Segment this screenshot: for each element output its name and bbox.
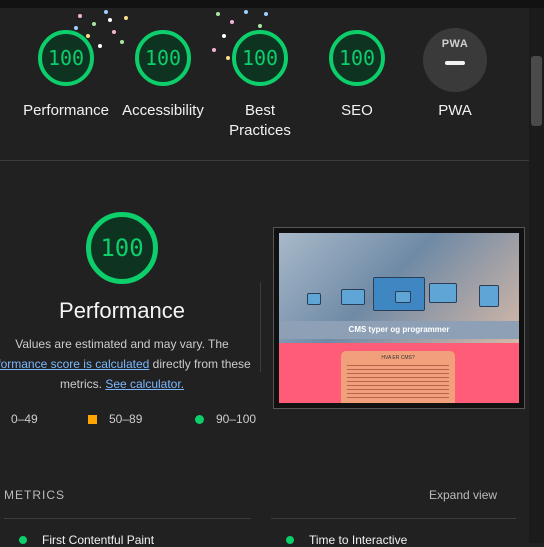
best-practices-score-gauge[interactable]: 100 [232, 30, 288, 86]
best-practices-label-line2: Practices [229, 122, 291, 139]
device-icon [395, 291, 411, 303]
score-calculated-link[interactable]: rformance score is calculated [0, 357, 149, 371]
desc-line-3: metrics. See calculator. [0, 374, 262, 394]
device-icon [307, 293, 321, 305]
pwa-dash-icon [445, 61, 465, 65]
metrics-title: METRICS [4, 488, 65, 502]
metrics-divider-left [4, 518, 251, 519]
text-line [347, 369, 449, 370]
performance-title: Performance [59, 298, 185, 323]
screenshot-card: HVA ER CMS? [341, 351, 455, 403]
section-divider [0, 160, 529, 161]
pwa-badge-text: PWA [441, 38, 469, 50]
text-line [347, 393, 449, 394]
expand-view-button[interactable]: Expand view [429, 488, 497, 502]
performance-score-gauge[interactable]: 100 [38, 30, 94, 86]
text-line [347, 365, 449, 366]
legend-average-range: 50–89 [109, 412, 143, 426]
desc-line-3-pre: metrics. [59, 377, 106, 391]
text-line [347, 377, 449, 378]
text-line [347, 385, 449, 386]
legend-pass: 90–100 [195, 412, 256, 426]
scroll-thumb[interactable] [531, 56, 542, 126]
legend-fail: 0–49 [11, 412, 38, 426]
device-icon [429, 283, 457, 303]
metric-time-to-interactive: Time to Interactive [309, 533, 408, 547]
square-icon [88, 415, 97, 425]
pwa-label: PWA [438, 102, 472, 119]
screenshot-card-title: HVA ER CMS? [381, 355, 415, 361]
device-icon [341, 289, 365, 305]
pwa-badge[interactable]: PWA [423, 28, 487, 92]
performance-big-gauge: 100 [86, 212, 158, 284]
performance-description: Values are estimated and may vary. The r… [0, 334, 262, 394]
metrics-divider-right [271, 518, 516, 519]
text-line [347, 397, 449, 398]
device-icon [479, 285, 499, 307]
scrollbar[interactable] [529, 8, 544, 543]
seo-score-gauge[interactable]: 100 [329, 30, 385, 86]
see-calculator-link[interactable]: See calculator. [105, 377, 184, 391]
accessibility-score-gauge[interactable]: 100 [135, 30, 191, 86]
screenshot-heading: CMS typer og programmer [348, 325, 450, 334]
desc-line-2: rformance score is calculated directly f… [0, 354, 262, 374]
text-line [347, 389, 449, 390]
final-screenshot[interactable]: CMS typer og programmer HVA ER CMS? [273, 227, 525, 409]
legend-pass-range: 90–100 [216, 412, 257, 426]
text-line [347, 381, 449, 382]
vertical-divider [260, 282, 261, 372]
legend-fail-range: 0–49 [11, 412, 38, 426]
metric-first-contentful-paint: First Contentful Paint [42, 533, 155, 547]
legend-average: 50–89 [88, 412, 142, 426]
circle-icon [195, 415, 204, 425]
text-line [347, 373, 449, 374]
desc-line-2-rest: directly from these [149, 357, 251, 371]
top-bar [0, 0, 544, 8]
desc-line-1: Values are estimated and may vary. The [15, 337, 229, 351]
screenshot-content: CMS typer og programmer HVA ER CMS? [279, 233, 519, 403]
